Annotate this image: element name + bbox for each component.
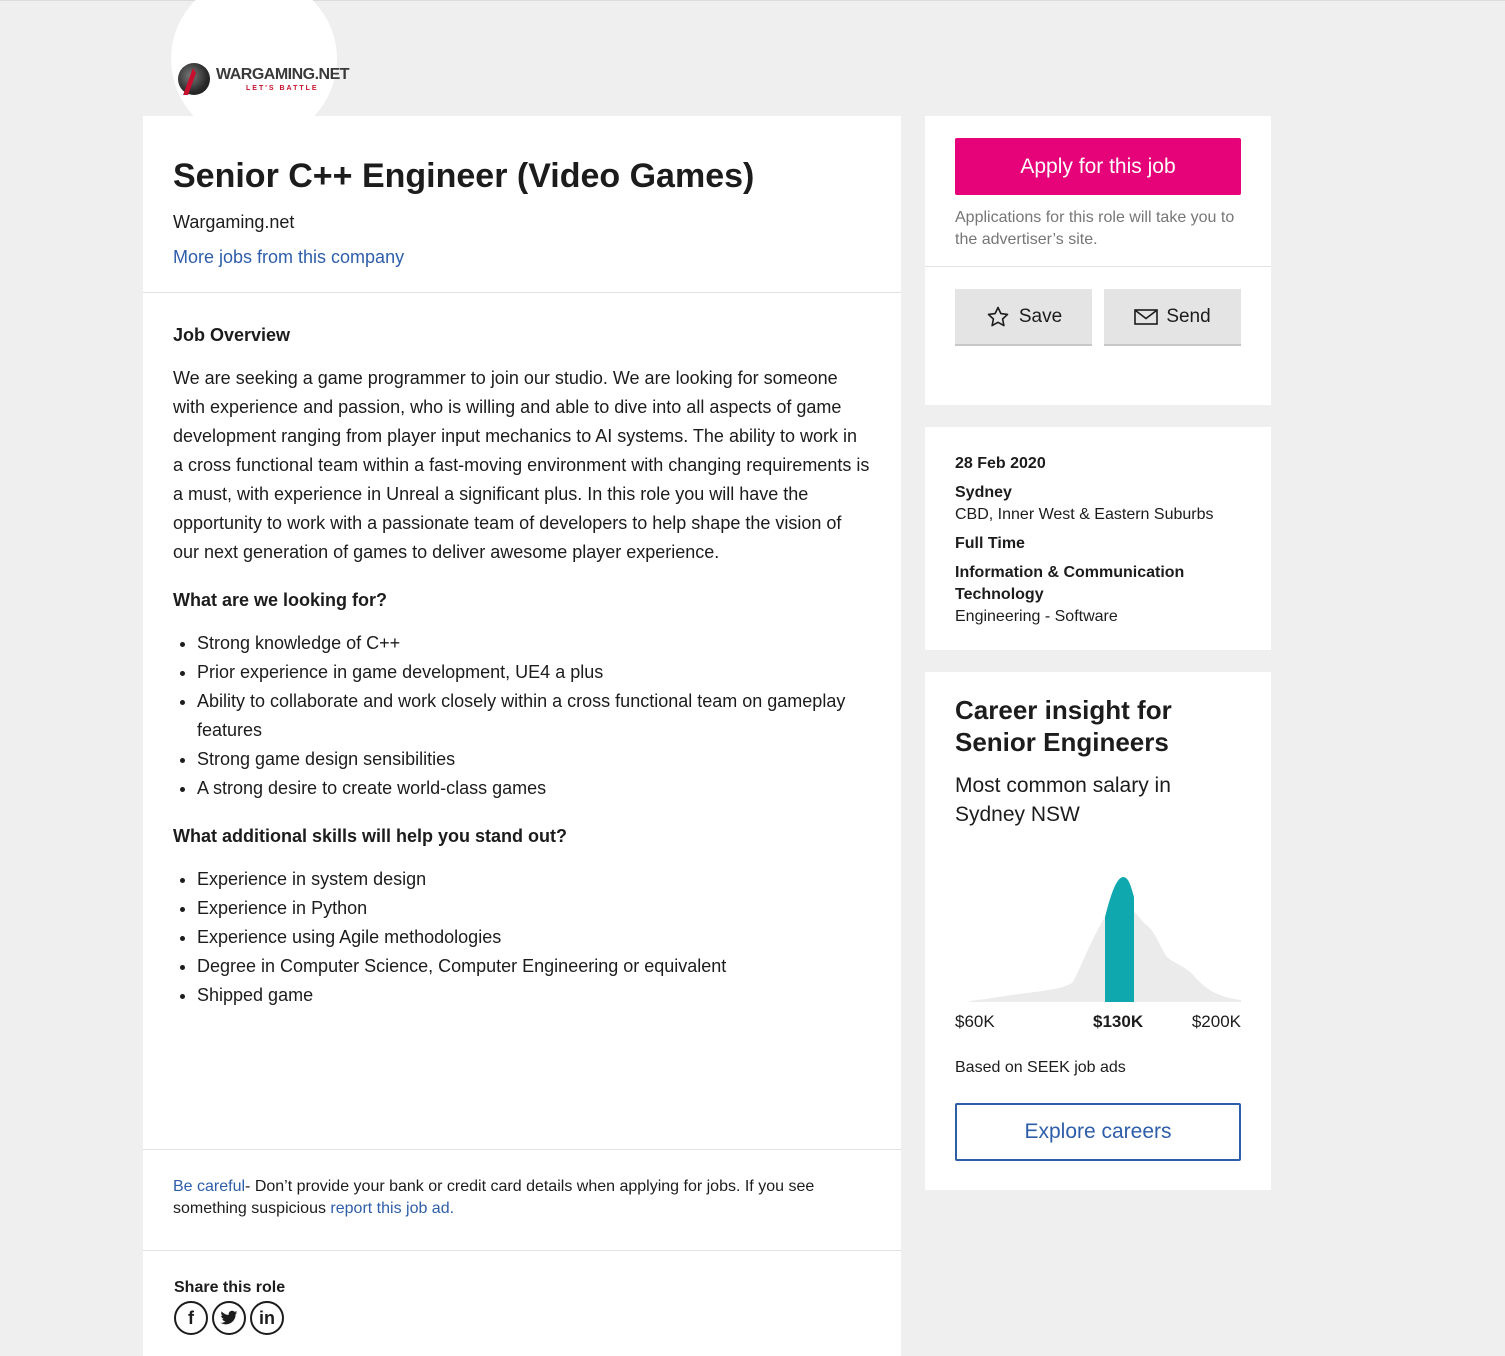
job-header: Senior C++ Engineer (Video Games) Wargam… xyxy=(143,116,901,293)
based-on-note: Based on SEEK job ads xyxy=(955,1059,1126,1076)
save-label: Save xyxy=(1018,305,1063,327)
report-job-link[interactable]: report this job ad. xyxy=(330,1200,454,1217)
share-icons: f in xyxy=(174,1301,870,1335)
list-item: Experience in system design xyxy=(197,865,871,894)
looking-for-list: Strong knowledge of C++ Prior experience… xyxy=(173,629,871,803)
apply-card: Apply for this job Applications for this… xyxy=(925,116,1271,405)
list-item: Experience in Python xyxy=(197,894,871,923)
list-item: Strong game design sensibilities xyxy=(197,745,871,774)
classification: Information & Communication Technology xyxy=(955,564,1185,603)
looking-for-heading: What are we looking for? xyxy=(173,590,388,610)
list-item: Prior experience in game development, UE… xyxy=(197,658,871,687)
insight-subtitle: Most common salary in Sydney NSW xyxy=(955,774,1171,826)
overview-heading: Job Overview xyxy=(173,325,291,345)
location: Sydney xyxy=(955,484,1012,501)
job-description: Job Overview We are seeking a game progr… xyxy=(143,293,901,1150)
list-item: Strong knowledge of C++ xyxy=(197,629,871,658)
salary-common-label: $130K xyxy=(1093,1012,1144,1031)
salary-chart xyxy=(970,877,1241,1002)
mail-icon xyxy=(1134,308,1159,325)
linkedin-icon[interactable]: in xyxy=(250,1301,284,1335)
salary-axis-labels: $60K $130K $200K xyxy=(955,1012,1241,1034)
list-item: A strong desire to create world-class ga… xyxy=(197,774,871,803)
overview-text: We are seeking a game programmer to join… xyxy=(173,368,870,562)
salary-min-label: $60K xyxy=(955,1012,995,1031)
explore-careers-button[interactable]: Explore careers xyxy=(955,1103,1241,1161)
warning-text: - Don’t provide your bank or credit card… xyxy=(173,1178,815,1217)
logo-tagline: LET'S BATTLE xyxy=(246,85,319,92)
star-icon xyxy=(987,306,1009,326)
send-button[interactable]: Send xyxy=(1104,289,1241,346)
facebook-icon[interactable]: f xyxy=(174,1301,208,1335)
be-careful-link[interactable]: Be careful xyxy=(173,1178,245,1195)
list-item: Experience using Agile methodologies xyxy=(197,923,871,952)
salary-highlight-bar xyxy=(1105,877,1134,1002)
list-item: Degree in Computer Science, Computer Eng… xyxy=(197,952,871,981)
list-item: Shipped game xyxy=(197,981,871,1010)
share-section: Share this role f in xyxy=(143,1251,901,1335)
company-name: Wargaming.net xyxy=(173,212,295,232)
sub-classification: Engineering - Software xyxy=(955,608,1118,625)
job-title: Senior C++ Engineer (Video Games) xyxy=(173,157,755,195)
list-item: Ability to collaborate and work closely … xyxy=(197,687,871,745)
location-area: CBD, Inner West & Eastern Suburbs xyxy=(955,506,1214,523)
logo-wordmark: WARGAMING.NET xyxy=(216,66,350,83)
work-type: Full Time xyxy=(955,535,1025,552)
apply-button[interactable]: Apply for this job xyxy=(955,138,1241,195)
logo-mark: WARGAMING.NET LET'S BATTLE xyxy=(174,59,350,99)
twitter-icon[interactable] xyxy=(212,1301,246,1335)
career-insight-card: Career insight for Senior Engineers Most… xyxy=(925,672,1271,1190)
send-label: Send xyxy=(1166,305,1211,327)
apply-note: Applications for this role will take you… xyxy=(955,209,1235,248)
safety-warning: Be careful- Don’t provide your bank or c… xyxy=(143,1150,901,1251)
more-jobs-link[interactable]: More jobs from this company xyxy=(173,247,404,268)
additional-skills-list: Experience in system design Experience i… xyxy=(173,865,871,1010)
share-title: Share this role xyxy=(174,1279,286,1296)
logo-emblem-icon xyxy=(178,63,210,95)
salary-max-label: $200K xyxy=(1191,1012,1241,1031)
listing-date: 28 Feb 2020 xyxy=(955,455,1046,472)
job-info-card: 28 Feb 2020 Sydney CBD, Inner West & Eas… xyxy=(925,427,1271,650)
additional-skills-heading: What additional skills will help you sta… xyxy=(173,826,568,846)
insight-title: Career insight for Senior Engineers xyxy=(955,695,1172,757)
job-details-card: Senior C++ Engineer (Video Games) Wargam… xyxy=(143,116,901,1356)
save-button[interactable]: Save xyxy=(955,289,1092,346)
apply-divider xyxy=(925,266,1271,267)
